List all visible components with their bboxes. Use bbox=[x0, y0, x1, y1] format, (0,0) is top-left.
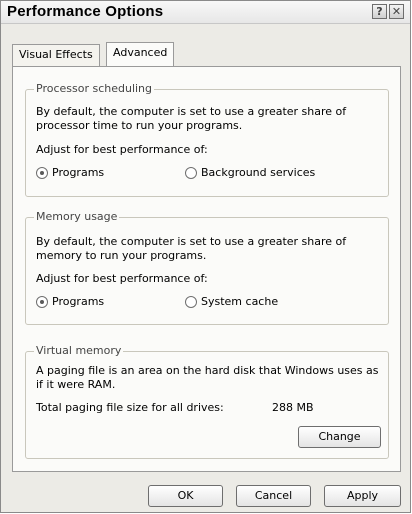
memory-programs-radio[interactable] bbox=[36, 296, 48, 308]
tab-visual-effects[interactable]: Visual Effects bbox=[12, 44, 100, 66]
title-bar[interactable]: Performance Options ? ✕ bbox=[1, 1, 410, 24]
window-title: Performance Options bbox=[7, 3, 164, 20]
processor-adjust-label: Adjust for best performance of: bbox=[36, 143, 208, 156]
memory-system-cache-label[interactable]: System cache bbox=[201, 295, 278, 308]
memory-system-cache-radio[interactable] bbox=[185, 296, 197, 308]
help-icon[interactable]: ? bbox=[372, 4, 387, 19]
processor-programs-label[interactable]: Programs bbox=[52, 166, 104, 179]
close-icon[interactable]: ✕ bbox=[389, 4, 404, 19]
change-button[interactable]: Change bbox=[298, 426, 381, 448]
apply-button[interactable]: Apply bbox=[324, 485, 401, 507]
memory-usage-legend: Memory usage bbox=[34, 210, 120, 223]
performance-options-dialog: Performance Options ? ✕ Visual Effects A… bbox=[0, 0, 411, 513]
ok-button[interactable]: OK bbox=[148, 485, 223, 507]
total-paging-label: Total paging file size for all drives: bbox=[36, 401, 224, 414]
processor-description-line2: processor time to run your programs. bbox=[36, 119, 243, 132]
memory-usage-group: Memory usage bbox=[25, 210, 389, 325]
virtual-description-line1: A paging file is an area on the hard dis… bbox=[36, 364, 379, 377]
processor-description-line1: By default, the computer is set to use a… bbox=[36, 105, 347, 118]
processor-background-services-radio[interactable] bbox=[185, 167, 197, 179]
memory-description-line2: memory to run your programs. bbox=[36, 249, 207, 262]
processor-programs-radio[interactable] bbox=[36, 167, 48, 179]
processor-scheduling-legend: Processor scheduling bbox=[34, 82, 155, 95]
memory-description-line1: By default, the computer is set to use a… bbox=[36, 235, 347, 248]
total-paging-value: 288 MB bbox=[272, 401, 314, 414]
cancel-button[interactable]: Cancel bbox=[236, 485, 311, 507]
memory-adjust-label: Adjust for best performance of: bbox=[36, 272, 208, 285]
processor-background-services-label[interactable]: Background services bbox=[201, 166, 315, 179]
virtual-memory-legend: Virtual memory bbox=[34, 344, 124, 357]
memory-programs-label[interactable]: Programs bbox=[52, 295, 104, 308]
virtual-description-line2: if it were RAM. bbox=[36, 378, 116, 391]
tab-advanced[interactable]: Advanced bbox=[106, 42, 175, 66]
